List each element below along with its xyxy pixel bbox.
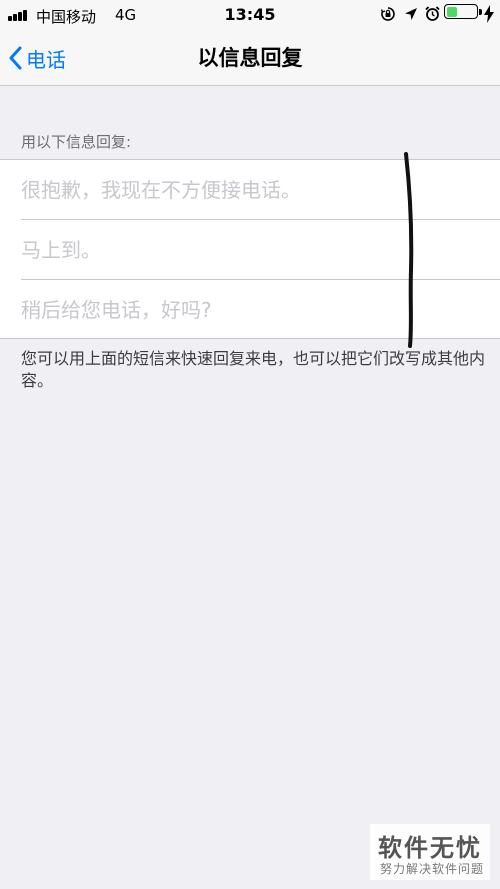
- battery-cap: [479, 9, 482, 15]
- annotation-stroke: [404, 152, 414, 348]
- chevron-left-icon: [9, 46, 22, 70]
- section-footer: 您可以用上面的短信来快速回复来电，也可以把它们改写成其他内容。: [21, 349, 486, 390]
- watermark-logo: 软件无忧 努力解决软件问题: [370, 824, 490, 880]
- status-bar: 中国移动 4G 13:45: [0, 0, 500, 30]
- navigation-bar: 电话 以信息回复: [0, 30, 500, 86]
- alarm-icon: [425, 6, 440, 21]
- battery-icon: [444, 4, 478, 19]
- watermark-title: 软件无忧: [378, 834, 482, 862]
- page-title: 以信息回复: [197, 46, 303, 70]
- back-button-label: 电话: [26, 47, 66, 72]
- location-arrow-icon: [405, 8, 417, 20]
- watermark-subtitle: 努力解决软件问题: [380, 862, 485, 876]
- back-button[interactable]: 电话: [8, 30, 66, 86]
- orientation-lock-icon: [380, 7, 395, 21]
- charging-bolt-icon: [484, 5, 494, 23]
- section-header: 用以下信息回复:: [21, 133, 132, 151]
